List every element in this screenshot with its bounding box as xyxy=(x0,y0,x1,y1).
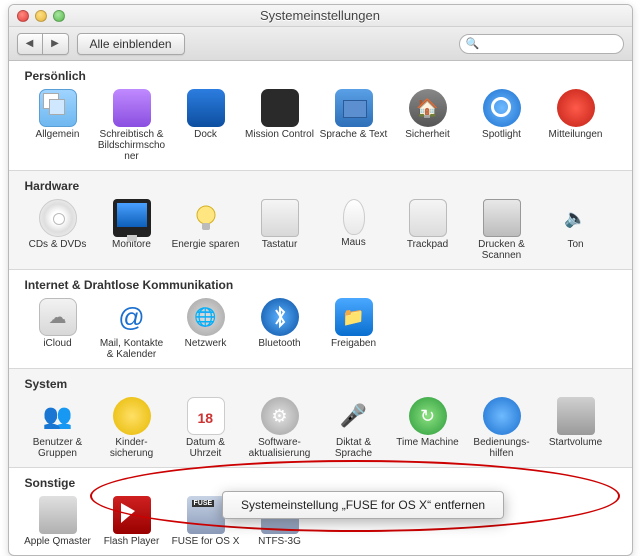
section-title: Hardware xyxy=(25,179,620,193)
nav-buttons: ◀ ▶ xyxy=(17,33,69,55)
section-personal: Persönlich Allgemein Schreibtisch & Bild… xyxy=(9,61,632,171)
search-icon: 🔍 xyxy=(466,37,480,50)
pref-security[interactable]: 🏠Sicherheit xyxy=(391,87,465,164)
section-system: System 👥Benutzer & Gruppen Kinder-sicher… xyxy=(9,369,632,468)
forward-button[interactable]: ▶ xyxy=(43,33,69,55)
pref-general[interactable]: Allgemein xyxy=(21,87,95,164)
context-menu: Systemeinstellung „FUSE for OS X“ entfer… xyxy=(222,491,504,519)
printer-icon xyxy=(483,199,521,237)
show-all-button[interactable]: Alle einblenden xyxy=(77,33,185,55)
pref-cds-dvds[interactable]: CDs & DVDs xyxy=(21,197,95,263)
pref-sound[interactable]: 🔈Ton xyxy=(539,197,613,263)
pref-users-groups[interactable]: 👥Benutzer & Gruppen xyxy=(21,395,95,461)
notifications-icon xyxy=(557,89,595,127)
calendar-icon xyxy=(187,397,225,435)
section-title: Sonstige xyxy=(25,476,620,490)
pref-mission-control[interactable]: Mission Control xyxy=(243,87,317,164)
search-input[interactable] xyxy=(483,38,625,50)
trackpad-icon xyxy=(409,199,447,237)
fuse-icon xyxy=(187,496,225,534)
pref-parental[interactable]: Kinder-sicherung xyxy=(95,395,169,461)
cloud-icon xyxy=(39,298,77,336)
pref-notifications[interactable]: Mitteilungen xyxy=(539,87,613,164)
pref-dock[interactable]: Dock xyxy=(169,87,243,164)
toolbar: ◀ ▶ Alle einblenden 🔍 xyxy=(9,27,632,61)
pref-flash-player[interactable]: Flash Player xyxy=(95,494,169,549)
at-icon: @ xyxy=(113,298,151,336)
section-hardware: Hardware CDs & DVDs Monitore Energie spa… xyxy=(9,171,632,270)
back-button[interactable]: ◀ xyxy=(17,33,43,55)
parental-icon xyxy=(113,397,151,435)
speaker-icon: 🔈 xyxy=(557,199,595,237)
language-icon xyxy=(335,89,373,127)
pref-keyboard[interactable]: Tastatur xyxy=(243,197,317,263)
zoom-button[interactable] xyxy=(53,10,65,22)
disc-icon xyxy=(39,199,77,237)
chevron-left-icon: ◀ xyxy=(26,38,34,49)
pref-print-scan[interactable]: Drucken & Scannen xyxy=(465,197,539,263)
folder-icon: 📁 xyxy=(335,298,373,336)
pref-bluetooth[interactable]: Bluetooth xyxy=(243,296,317,362)
preferences-window: Systemeinstellungen ◀ ▶ Alle einblenden … xyxy=(8,4,633,556)
pref-date-time[interactable]: Datum & Uhrzeit xyxy=(169,395,243,461)
desktop-icon xyxy=(113,89,151,127)
pref-dictation[interactable]: 🎤Diktat & Sprache xyxy=(317,395,391,461)
pref-spotlight[interactable]: Spotlight xyxy=(465,87,539,164)
pref-network[interactable]: 🌐Netzwerk xyxy=(169,296,243,362)
pref-language[interactable]: Sprache & Text xyxy=(317,87,391,164)
pref-desktop[interactable]: Schreibtisch & Bildschirmschoner xyxy=(95,87,169,164)
pref-displays[interactable]: Monitore xyxy=(95,197,169,263)
section-title: Persönlich xyxy=(25,69,620,83)
general-icon xyxy=(39,89,77,127)
mission-control-icon xyxy=(261,89,299,127)
globe-icon: 🌐 xyxy=(187,298,225,336)
disk-icon xyxy=(557,397,595,435)
menu-item-remove-pref[interactable]: Systemeinstellung „FUSE for OS X“ entfer… xyxy=(223,495,503,515)
window-controls xyxy=(17,10,65,22)
pref-mail-contacts[interactable]: @Mail, Kontakte & Kalender xyxy=(95,296,169,362)
users-icon: 👥 xyxy=(39,397,77,435)
pref-energy[interactable]: Energie sparen xyxy=(169,197,243,263)
search-field[interactable]: 🔍 xyxy=(459,34,624,54)
pref-trackpad[interactable]: Trackpad xyxy=(391,197,465,263)
pref-mouse[interactable]: Maus xyxy=(317,197,391,263)
pref-apple-qmaster[interactable]: Apple Qmaster xyxy=(21,494,95,549)
window-title: Systemeinstellungen xyxy=(9,8,632,23)
dock-icon xyxy=(187,89,225,127)
pref-sharing[interactable]: 📁Freigaben xyxy=(317,296,391,362)
section-title: System xyxy=(25,377,620,391)
bluetooth-icon xyxy=(261,298,299,336)
gear-icon: ⚙ xyxy=(261,397,299,435)
section-title: Internet & Drahtlose Kommunikation xyxy=(25,278,620,292)
pref-time-machine[interactable]: ↻Time Machine xyxy=(391,395,465,461)
titlebar: Systemeinstellungen xyxy=(9,5,632,27)
keyboard-icon xyxy=(261,199,299,237)
time-machine-icon: ↻ xyxy=(409,397,447,435)
lightbulb-icon xyxy=(187,199,225,237)
pref-icloud[interactable]: iCloud xyxy=(21,296,95,362)
section-internet: Internet & Drahtlose Kommunikation iClou… xyxy=(9,270,632,369)
minimize-button[interactable] xyxy=(35,10,47,22)
security-icon: 🏠 xyxy=(409,89,447,127)
microphone-icon: 🎤 xyxy=(335,397,373,435)
pref-accessibility[interactable]: Bedienungs-hilfen xyxy=(465,395,539,461)
spotlight-icon xyxy=(483,89,521,127)
pref-software-update[interactable]: ⚙Software-aktualisierung xyxy=(243,395,317,461)
mouse-icon xyxy=(343,199,365,235)
pref-startup-disk[interactable]: Startvolume xyxy=(539,395,613,461)
flash-icon xyxy=(113,496,151,534)
qmaster-icon xyxy=(39,496,77,534)
display-icon xyxy=(113,199,151,237)
chevron-right-icon: ▶ xyxy=(51,38,59,49)
accessibility-icon xyxy=(483,397,521,435)
close-button[interactable] xyxy=(17,10,29,22)
